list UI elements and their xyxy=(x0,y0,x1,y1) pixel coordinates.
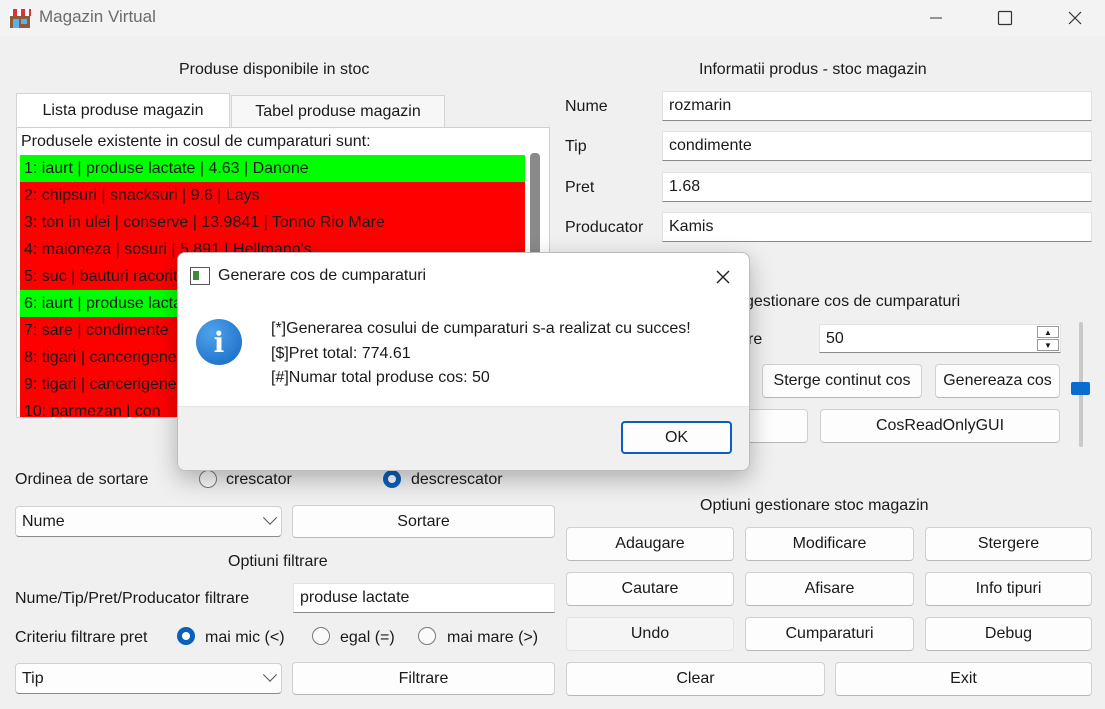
arrow-down-icon[interactable]: ▼ xyxy=(1037,339,1059,351)
list-item[interactable]: 3: ton in ulei | conserve | 13.9841 | To… xyxy=(20,209,525,236)
sort-desc-radio[interactable] xyxy=(383,470,401,488)
close-icon xyxy=(1068,11,1082,25)
filter-button[interactable]: Filtrare xyxy=(292,662,555,695)
price-label: Pret xyxy=(565,179,595,196)
clear-cart-button[interactable]: Sterge continut cos xyxy=(762,364,922,398)
filter-criteria-value: Tip xyxy=(22,669,44,687)
store-icon xyxy=(8,7,32,29)
spin-buttons[interactable]: ▲ ▼ xyxy=(1037,326,1059,351)
delete-button[interactable]: Stergere xyxy=(925,527,1092,561)
window-title: Magazin Virtual xyxy=(39,7,156,26)
filter-heading: Optiuni filtrare xyxy=(228,553,328,570)
arrow-up-icon[interactable]: ▲ xyxy=(1037,326,1059,338)
dialog-window-icon xyxy=(190,267,210,285)
shopping-button[interactable]: Cumparaturi xyxy=(745,617,914,651)
info-icon: i xyxy=(196,319,242,365)
search-button[interactable]: Cautare xyxy=(566,572,734,606)
filter-input[interactable]: produse lactate xyxy=(293,583,555,613)
dialog-message-line: [$]Pret total: 774.61 xyxy=(271,345,411,362)
tab-label: Tabel produse magazin xyxy=(255,102,421,120)
close-window-button[interactable] xyxy=(1052,0,1098,36)
sort-desc-label: descrescator xyxy=(411,471,503,488)
minimize-button[interactable] xyxy=(913,0,959,36)
readonly-cart-button[interactable]: CosReadOnlyGUI xyxy=(820,409,1060,443)
vertical-slider-handle[interactable] xyxy=(1071,382,1090,395)
ok-button[interactable]: OK xyxy=(621,421,732,454)
cart-qty-label: re xyxy=(748,331,763,348)
generate-cart-button[interactable]: Genereaza cos xyxy=(935,364,1060,398)
name-field[interactable]: rozmarin xyxy=(662,91,1092,121)
type-field[interactable]: condimente xyxy=(662,131,1092,161)
price-gt-label: mai mare (>) xyxy=(447,629,539,646)
minimize-icon xyxy=(930,17,942,19)
undo-button[interactable]: Undo xyxy=(566,617,734,651)
filter-criteria-select[interactable]: Tip xyxy=(15,663,282,694)
add-button[interactable]: Adaugare xyxy=(566,527,734,561)
price-gt-radio[interactable] xyxy=(418,627,436,645)
modify-button[interactable]: Modificare xyxy=(745,527,914,561)
dialog-close-button[interactable] xyxy=(706,263,740,291)
tab-label: Lista produse magazin xyxy=(42,101,204,119)
product-info-heading: Informatii produs - stoc magazin xyxy=(699,61,927,78)
type-label: Tip xyxy=(565,138,587,155)
price-lt-radio[interactable] xyxy=(177,627,195,645)
exit-button[interactable]: Exit xyxy=(835,662,1092,696)
dialog-footer: OK xyxy=(178,406,749,470)
dialog-message-line: [#]Numar total produse cos: 50 xyxy=(271,369,490,386)
price-eq-radio[interactable] xyxy=(312,627,330,645)
filter-label: Nume/Tip/Pret/Producator filtrare xyxy=(15,590,250,607)
products-heading: Produse disponibile in stoc xyxy=(179,61,370,78)
chevron-down-icon xyxy=(262,510,278,525)
display-button[interactable]: Afisare xyxy=(745,572,914,606)
cart-qty-spinbox[interactable]: 50 xyxy=(819,324,1061,353)
sort-asc-label: crescator xyxy=(226,471,292,488)
cart-heading: gestionare cos de cumparaturi xyxy=(745,293,961,310)
stock-options-heading: Optiuni gestionare stoc magazin xyxy=(700,497,929,514)
message-dialog: Generare cos de cumparaturi i [*]Generar… xyxy=(177,252,750,471)
sort-criteria-value: Nume xyxy=(22,512,65,530)
sort-asc-radio[interactable] xyxy=(199,470,217,488)
clear-button[interactable]: Clear xyxy=(566,662,825,696)
close-icon xyxy=(716,270,730,284)
price-eq-label: egal (=) xyxy=(340,629,395,646)
producer-field[interactable]: Kamis xyxy=(662,212,1092,242)
list-item[interactable]: 1: iaurt | produse lactate | 4.63 | Dano… xyxy=(20,155,525,182)
sort-button[interactable]: Sortare xyxy=(292,505,555,538)
debug-button[interactable]: Debug xyxy=(925,617,1092,651)
price-field[interactable]: 1.68 xyxy=(662,172,1092,202)
chevron-down-icon xyxy=(262,667,278,682)
type-info-button[interactable]: Info tipuri xyxy=(925,572,1092,606)
title-bar: Magazin Virtual xyxy=(0,0,1105,36)
cart-qty-value: 50 xyxy=(826,329,844,347)
dialog-message-line: [*]Generarea cosului de cumparaturi s-a … xyxy=(271,320,691,337)
maximize-button[interactable] xyxy=(982,0,1028,36)
maximize-icon xyxy=(997,10,1013,26)
sort-order-label: Ordinea de sortare xyxy=(15,471,149,488)
list-item[interactable]: 2: chipsuri | snacksuri | 9.6 | Lays xyxy=(20,182,525,209)
tab-product-table[interactable]: Tabel produse magazin xyxy=(231,95,445,127)
producer-label: Producator xyxy=(565,219,644,236)
sort-criteria-select[interactable]: Nume xyxy=(15,506,282,537)
list-header: Produsele existente in cosul de cumparat… xyxy=(17,128,549,155)
name-label: Nume xyxy=(565,98,608,115)
dialog-title: Generare cos de cumparaturi xyxy=(218,267,427,284)
price-filter-label: Criteriu filtrare pret xyxy=(15,629,148,646)
tab-product-list[interactable]: Lista produse magazin xyxy=(16,93,230,127)
price-lt-label: mai mic (<) xyxy=(205,629,285,646)
